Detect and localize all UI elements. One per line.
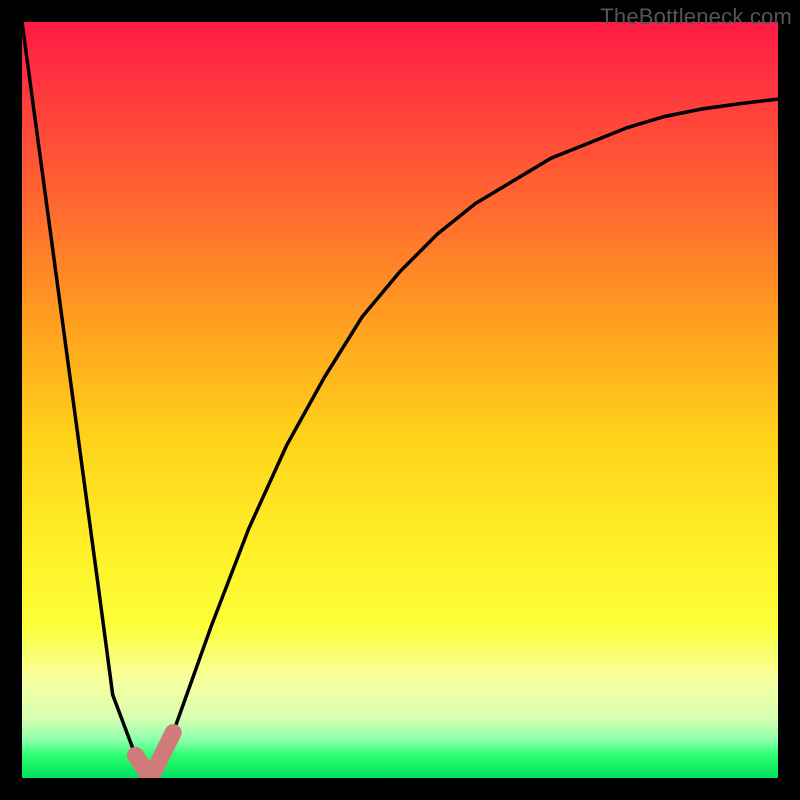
- curves-svg: [22, 22, 778, 778]
- chart-container: TheBottleneck.com: [0, 0, 800, 800]
- curve-line: [22, 22, 778, 778]
- plot-area: [22, 22, 778, 778]
- highlight-line: [135, 733, 173, 778]
- bottleneck-curve: [22, 22, 778, 778]
- watermark-text: TheBottleneck.com: [600, 4, 792, 30]
- highlight-segment: [135, 733, 173, 778]
